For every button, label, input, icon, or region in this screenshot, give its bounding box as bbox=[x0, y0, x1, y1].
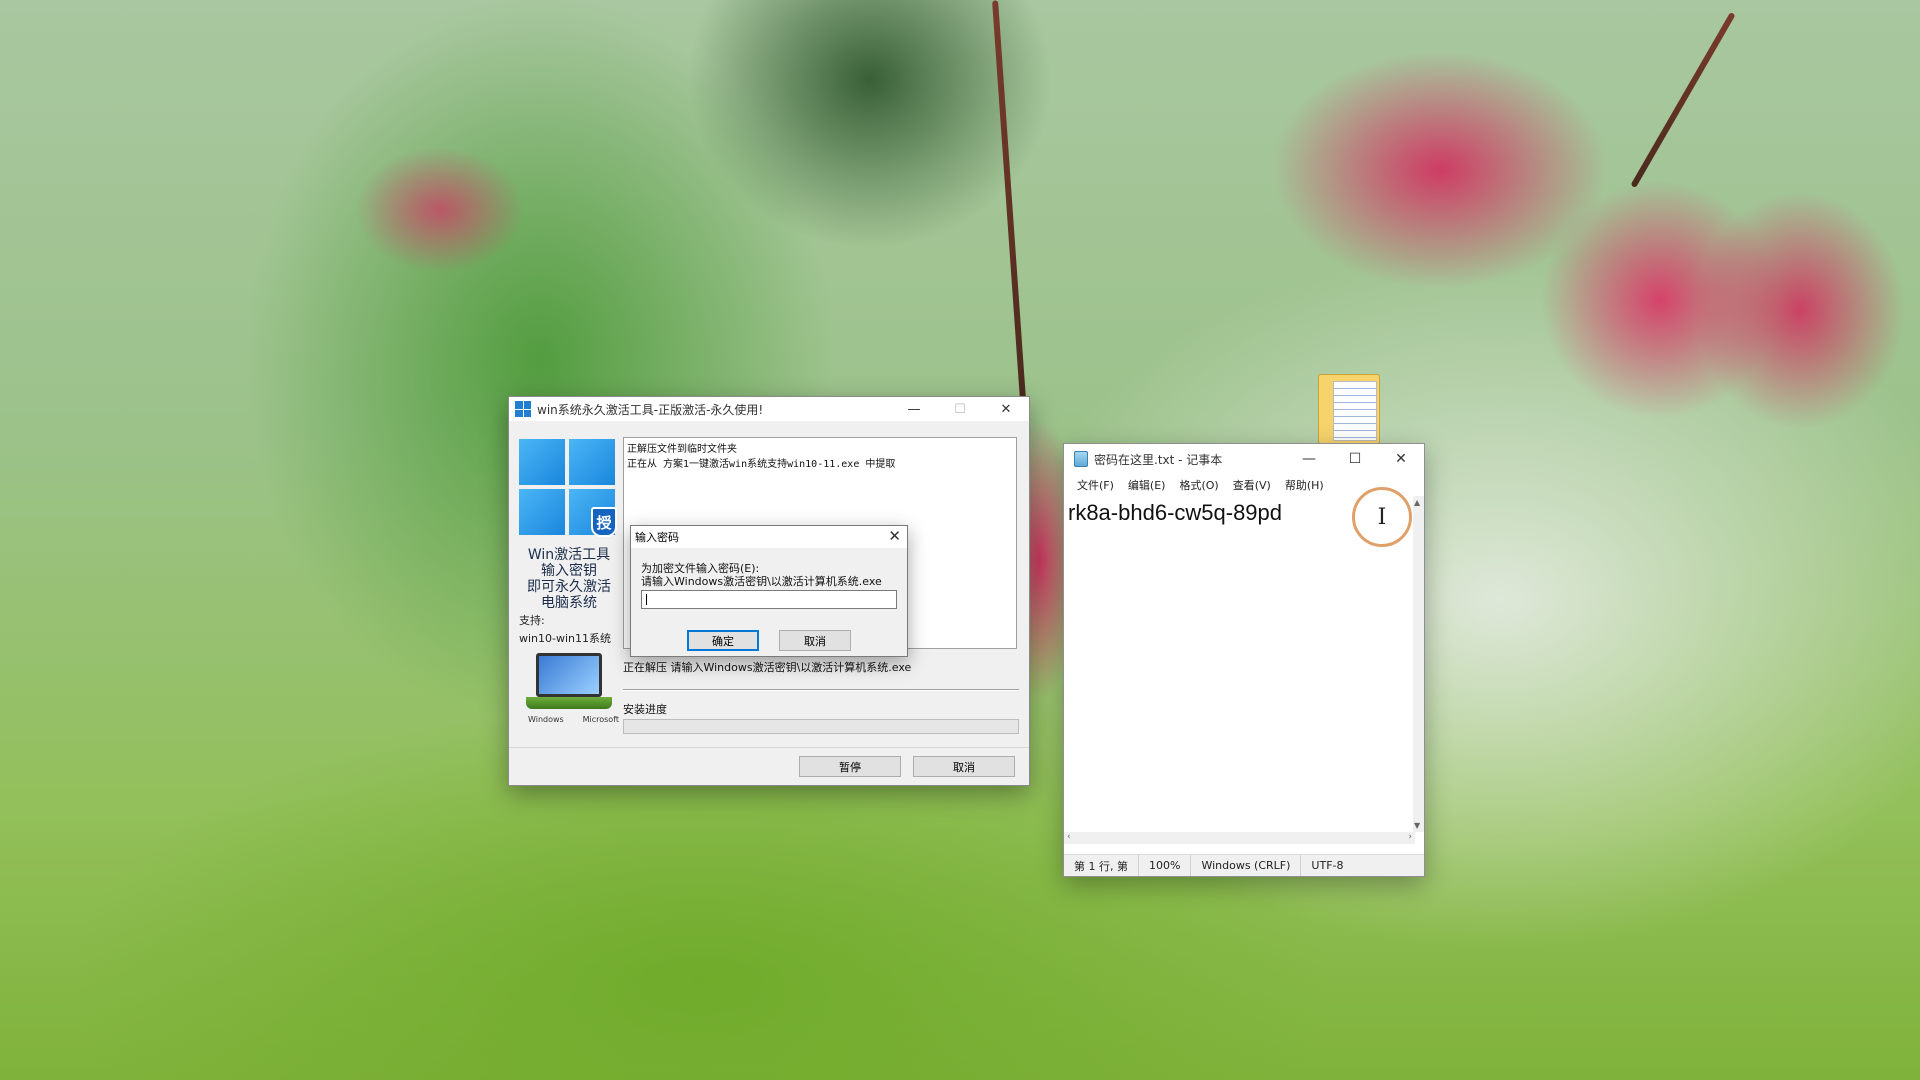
menu-file[interactable]: 文件(F) bbox=[1070, 477, 1121, 493]
dialog-titlebar[interactable]: 输入密码 ✕ bbox=[631, 526, 907, 548]
background-stem bbox=[1630, 11, 1736, 189]
cancel-button[interactable]: 取消 bbox=[913, 756, 1015, 777]
password-input[interactable] bbox=[641, 590, 897, 609]
authorized-badge: 授 bbox=[591, 507, 617, 537]
notepad-titlebar[interactable]: 密码在这里.txt - 记事本 — ☐ ✕ bbox=[1064, 444, 1424, 474]
close-button[interactable]: ✕ bbox=[1378, 444, 1424, 474]
password-dialog: 输入密码 ✕ 为加密文件输入密码(E): 请输入Windows激活密钥\以激活计… bbox=[630, 525, 908, 657]
text-cursor-icon: I bbox=[1352, 487, 1412, 547]
password-prompt: 为加密文件输入密码(E): 请输入Windows激活密钥\以激活计算机系统.ex… bbox=[641, 562, 882, 588]
menu-edit[interactable]: 编辑(E) bbox=[1121, 477, 1173, 493]
pause-button[interactable]: 暂停 bbox=[799, 756, 901, 777]
notepad-icon bbox=[1074, 451, 1088, 467]
close-icon[interactable]: ✕ bbox=[888, 527, 901, 545]
scroll-left-icon[interactable]: ‹ bbox=[1067, 832, 1071, 842]
maximize-button[interactable]: ☐ bbox=[1332, 444, 1378, 474]
support-label: 支持: bbox=[519, 614, 545, 627]
promo-panel: 授 Win激活工具 输入密钥 即可永久激活 电脑系统 支持: win10-win… bbox=[519, 439, 619, 724]
maximize-button[interactable]: ☐ bbox=[937, 397, 983, 421]
minimize-button[interactable]: — bbox=[891, 397, 937, 421]
desktop-file-icon[interactable] bbox=[1318, 374, 1380, 444]
windows-brand: Windows bbox=[519, 715, 564, 724]
progress-label: 安装进度 bbox=[623, 703, 667, 716]
encoding: UTF-8 bbox=[1311, 859, 1344, 872]
line-ending: Windows (CRLF) bbox=[1191, 855, 1302, 876]
button-bar: 暂停 取消 bbox=[509, 747, 1029, 785]
horizontal-scrollbar[interactable]: ‹ › bbox=[1064, 832, 1415, 844]
scroll-up-icon[interactable]: ▲ bbox=[1414, 498, 1420, 507]
background-stem bbox=[992, 0, 1026, 400]
install-progress-bar bbox=[623, 719, 1019, 734]
zoom-level: 100% bbox=[1139, 855, 1192, 876]
cursor-position: 第 1 行, 第 bbox=[1064, 855, 1139, 876]
microsoft-brand: Microsoft bbox=[574, 715, 619, 724]
status-line: 正在解压 请输入Windows激活密钥\以激活计算机系统.exe bbox=[623, 661, 912, 674]
activator-titlebar[interactable]: win系统永久激活工具-正版激活-永久使用! — ☐ ✕ bbox=[509, 397, 1029, 421]
windows-logo-icon: 授 bbox=[519, 439, 617, 537]
minimize-button[interactable]: — bbox=[1286, 444, 1332, 474]
text-editor[interactable]: rk8a-bhd6-cw5q-89pd bbox=[1064, 496, 1415, 832]
promo-text: Win激活工具 输入密钥 即可永久激活 电脑系统 bbox=[527, 547, 611, 611]
support-value: win10-win11系统 bbox=[519, 632, 612, 645]
scroll-down-icon[interactable]: ▼ bbox=[1414, 821, 1420, 830]
dialog-title: 输入密码 bbox=[635, 531, 679, 544]
ok-button[interactable]: 确定 bbox=[687, 630, 759, 651]
status-bar: 第 1 行, 第 100% Windows (CRLF) UTF-8 bbox=[1064, 854, 1424, 876]
menu-help[interactable]: 帮助(H) bbox=[1278, 477, 1331, 493]
windows-logo-icon bbox=[515, 401, 531, 417]
notepad-title: 密码在这里.txt - 记事本 bbox=[1094, 452, 1223, 467]
divider bbox=[623, 689, 1019, 691]
window-title: win系统永久激活工具-正版激活-永久使用! bbox=[537, 402, 764, 417]
microsoft-logo-icon bbox=[574, 716, 581, 723]
cancel-button[interactable]: 取消 bbox=[779, 630, 851, 651]
menu-format[interactable]: 格式(O) bbox=[1172, 477, 1225, 493]
brand-row: Windows Microsoft bbox=[519, 715, 619, 724]
menu-view[interactable]: 查看(V) bbox=[1226, 477, 1278, 493]
windows-logo-icon bbox=[519, 716, 526, 723]
scroll-right-icon[interactable]: › bbox=[1408, 832, 1412, 842]
laptop-image bbox=[526, 653, 612, 709]
close-button[interactable]: ✕ bbox=[983, 397, 1029, 421]
vertical-scrollbar[interactable]: ▲ ▼ bbox=[1413, 496, 1424, 832]
